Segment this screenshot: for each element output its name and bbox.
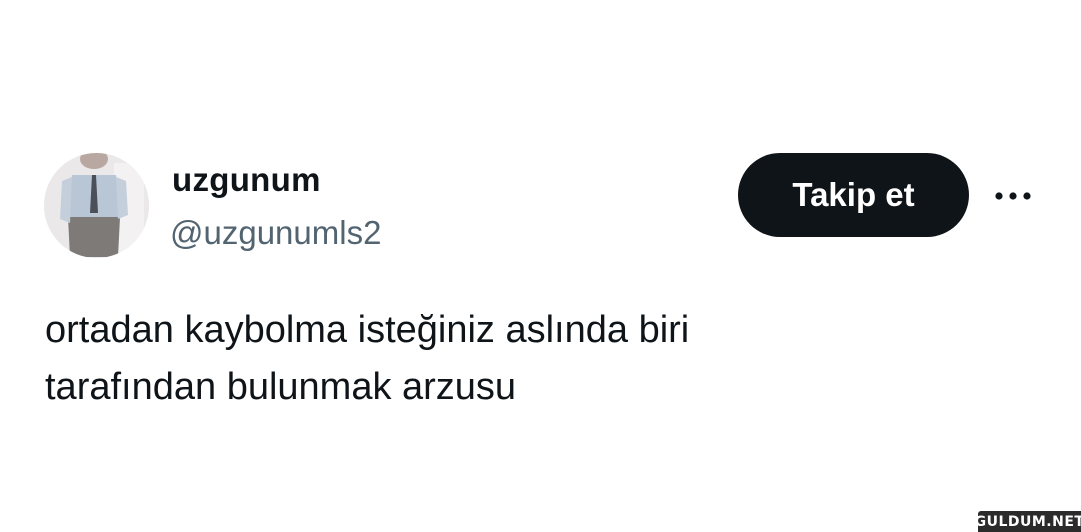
tweet-text-line: ortadan kaybolma isteğiniz aslında biri [45,309,690,351]
more-horizontal-icon [995,192,1031,200]
avatar[interactable] [44,153,149,258]
user-handle[interactable]: @uzgunumls2 [170,213,381,253]
avatar-image [44,153,149,258]
more-options-button[interactable] [988,178,1038,214]
display-name[interactable]: uzgunum [172,160,321,200]
tweet-text-line: tarafından bulunmak arzusu [45,366,517,408]
tweet-text: ortadan kaybolma isteğiniz aslında biri … [45,302,905,416]
watermark: GULDUM.NET [975,511,1081,532]
follow-button[interactable]: Takip et [738,153,969,237]
